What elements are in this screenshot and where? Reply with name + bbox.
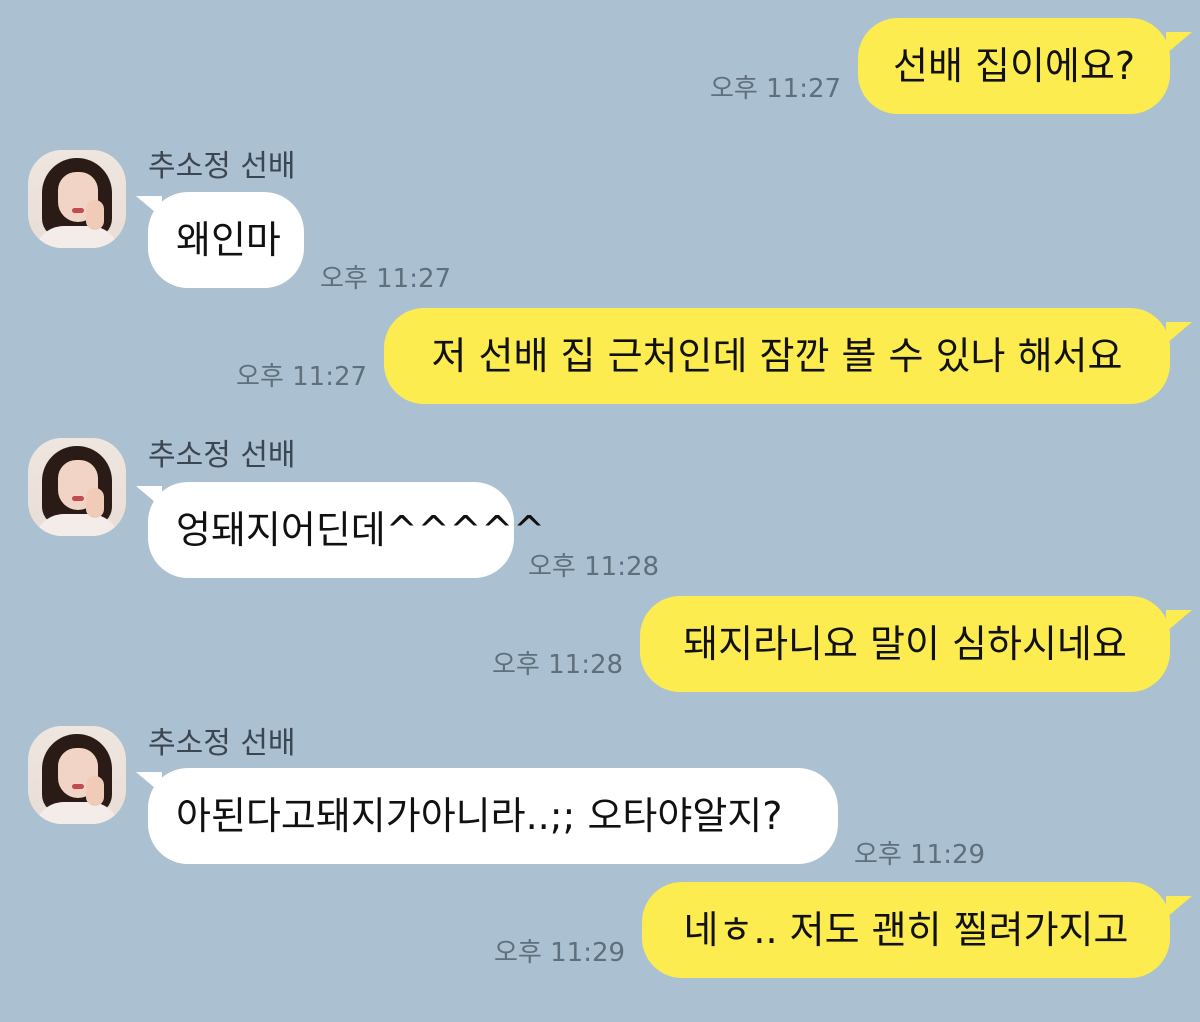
- avatar-hand: [86, 488, 104, 518]
- bubble-tail: [1166, 896, 1192, 918]
- message-time: 오후 11:27: [320, 264, 452, 294]
- contact-name: 추소정 선배: [148, 726, 296, 761]
- message-bubble-sent[interactable]: 네ㅎ.. 저도 괜히 찔려가지고: [642, 882, 1170, 978]
- contact-avatar[interactable]: [28, 726, 126, 824]
- avatar-hand: [86, 776, 104, 806]
- message-bubble-received[interactable]: 아된다고돼지가아니라..;; 오타야알지?: [148, 768, 838, 864]
- message-time: 오후 11:28: [492, 650, 624, 680]
- message-text: 저 선배 집 근처인데 잠깐 볼 수 있나 해서요: [431, 334, 1123, 378]
- contact-name: 추소정 선배: [148, 438, 296, 473]
- message-bubble-received[interactable]: 엉돼지어딘데^^^^^: [148, 482, 545, 578]
- message-bubble-sent[interactable]: 저 선배 집 근처인데 잠깐 볼 수 있나 해서요: [384, 308, 1170, 404]
- message-time: 오후 11:29: [854, 840, 986, 870]
- avatar-lips: [72, 784, 84, 789]
- message-bubble-sent[interactable]: 선배 집이에요?: [858, 18, 1170, 114]
- message-text: 돼지라니요 말이 심하시네요: [683, 622, 1127, 666]
- message-text: 아된다고돼지가아니라..;; 오타야알지?: [176, 794, 783, 838]
- chat-screen: 오후 11:27 선배 집이에요? 추소정 선배 왜인마 오후 11:27 오후…: [0, 0, 1200, 1022]
- message-text: 엉돼지어딘데^^^^^: [176, 508, 545, 552]
- contact-name: 추소정 선배: [148, 149, 296, 184]
- bubble-tail: [1166, 32, 1192, 54]
- message-time: 오후 11:29: [494, 938, 626, 968]
- message-time: 오후 11:27: [710, 74, 842, 104]
- bubble-tail: [1166, 322, 1192, 344]
- avatar-lips: [72, 496, 84, 501]
- message-bubble-received[interactable]: 왜인마: [148, 192, 304, 288]
- bubble-tail: [1166, 610, 1192, 632]
- contact-avatar[interactable]: [28, 438, 126, 536]
- message-time: 오후 11:28: [528, 552, 660, 582]
- message-text: 왜인마: [176, 218, 281, 262]
- message-text: 선배 집이에요?: [892, 44, 1135, 88]
- avatar-hand: [86, 200, 104, 230]
- message-time: 오후 11:27: [236, 362, 368, 392]
- contact-avatar[interactable]: [28, 150, 126, 248]
- avatar-lips: [72, 208, 84, 213]
- message-bubble-sent[interactable]: 돼지라니요 말이 심하시네요: [640, 596, 1170, 692]
- message-text: 네ㅎ.. 저도 괜히 찔려가지고: [683, 908, 1129, 952]
